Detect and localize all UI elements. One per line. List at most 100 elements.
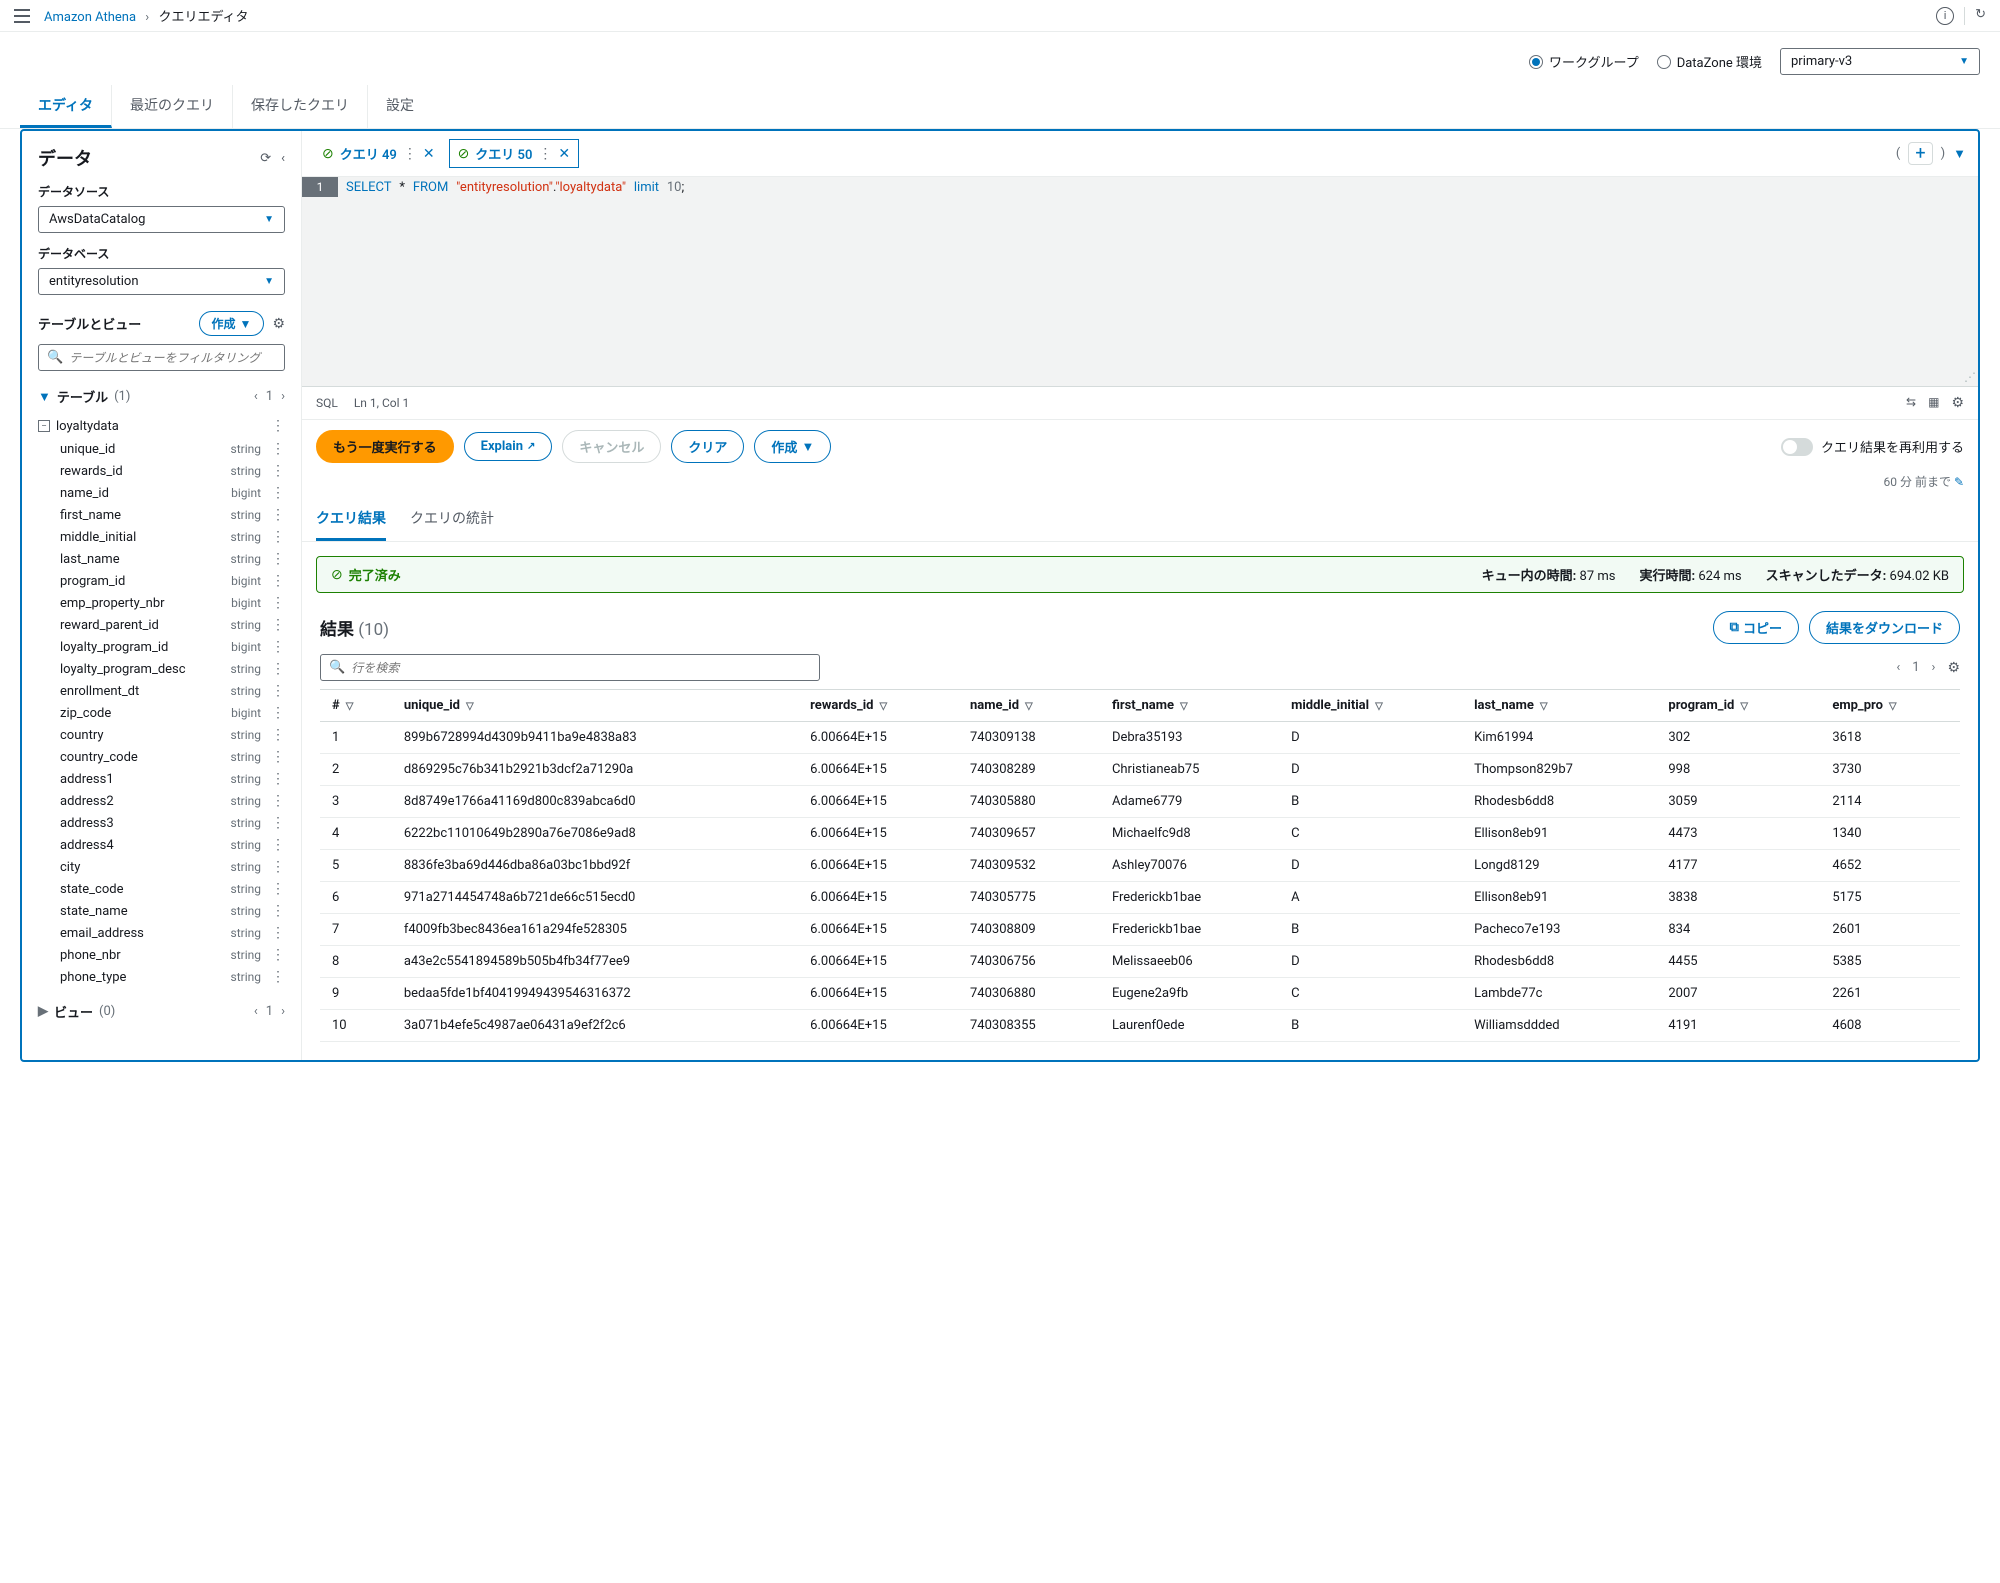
column-menu-icon[interactable]: ⋮ <box>271 639 285 655</box>
collapse-icon[interactable]: ‹ <box>281 151 285 166</box>
format-icon[interactable]: ⇆ <box>1906 395 1916 411</box>
column-name[interactable]: first_name <box>60 508 231 523</box>
column-menu-icon[interactable]: ⋮ <box>271 441 285 457</box>
close-tab-icon[interactable]: ✕ <box>558 146 570 162</box>
next-page-icon[interactable]: › <box>1932 660 1936 675</box>
column-name[interactable]: middle_initial <box>60 530 231 545</box>
radio-datazone[interactable]: DataZone 環境 <box>1657 52 1762 71</box>
prev-page-icon[interactable]: ‹ <box>254 389 258 404</box>
column-name[interactable]: loyalty_program_desc <box>60 662 231 677</box>
column-name[interactable]: state_name <box>60 904 231 919</box>
datasource-select[interactable]: AwsDataCatalog ▼ <box>38 206 285 233</box>
col-header[interactable]: last_name▽ <box>1462 690 1656 722</box>
column-menu-icon[interactable]: ⋮ <box>271 881 285 897</box>
tab-editor[interactable]: エディタ <box>20 85 112 128</box>
col-header[interactable]: first_name▽ <box>1100 690 1279 722</box>
column-name[interactable]: address3 <box>60 816 231 831</box>
expand-views-icon[interactable]: ▶ <box>38 1004 48 1019</box>
refresh-icon[interactable]: ⟳ <box>260 151 271 166</box>
layout-icon[interactable]: ▦ <box>1928 395 1939 411</box>
column-name[interactable]: phone_type <box>60 970 231 985</box>
gear-icon[interactable]: ⚙ <box>1947 660 1960 676</box>
column-menu-icon[interactable]: ⋮ <box>271 551 285 567</box>
reuse-results-toggle[interactable] <box>1781 438 1813 456</box>
sql-editor[interactable]: 1 SELECT * FROM "entityresolution"."loya… <box>302 177 1978 387</box>
collapse-table-icon[interactable]: − <box>38 420 50 432</box>
col-header[interactable]: #▽ <box>320 690 392 722</box>
column-name[interactable]: address2 <box>60 794 231 809</box>
add-tab-button[interactable]: + <box>1908 142 1932 165</box>
filter-tables-input[interactable]: 🔍 <box>38 344 285 371</box>
download-button[interactable]: 結果をダウンロード <box>1809 611 1960 644</box>
column-menu-icon[interactable]: ⋮ <box>271 837 285 853</box>
column-menu-icon[interactable]: ⋮ <box>271 661 285 677</box>
column-name[interactable]: loyalty_program_id <box>60 640 231 655</box>
column-name[interactable]: state_code <box>60 882 231 897</box>
column-name[interactable]: last_name <box>60 552 231 567</box>
resize-handle-icon[interactable]: ⋰ <box>1964 370 1976 384</box>
database-select[interactable]: entityresolution ▼ <box>38 268 285 295</box>
column-menu-icon[interactable]: ⋮ <box>271 859 285 875</box>
column-name[interactable]: country <box>60 728 231 743</box>
results-search-input[interactable]: 🔍 <box>320 654 820 681</box>
column-menu-icon[interactable]: ⋮ <box>271 529 285 545</box>
column-name[interactable]: emp_property_nbr <box>60 596 231 611</box>
col-header[interactable]: program_id▽ <box>1656 690 1820 722</box>
column-name[interactable]: address1 <box>60 772 231 787</box>
history-icon[interactable]: ↻ <box>1975 7 1986 25</box>
column-menu-icon[interactable]: ⋮ <box>271 947 285 963</box>
column-menu-icon[interactable]: ⋮ <box>271 969 285 985</box>
col-header[interactable]: middle_initial▽ <box>1279 690 1462 722</box>
next-page-icon[interactable]: › <box>281 389 285 404</box>
prev-page-icon[interactable]: ‹ <box>254 1004 258 1019</box>
col-header[interactable]: rewards_id▽ <box>798 690 958 722</box>
explain-button[interactable]: Explain ↗ <box>464 432 553 461</box>
tab-saved[interactable]: 保存したクエリ <box>233 85 368 128</box>
column-name[interactable]: zip_code <box>60 706 231 721</box>
query-tab-50[interactable]: ⊘ クエリ 50 ⋮ ✕ <box>449 139 580 168</box>
column-menu-icon[interactable]: ⋮ <box>271 573 285 589</box>
column-name[interactable]: address4 <box>60 838 231 853</box>
column-name[interactable]: city <box>60 860 231 875</box>
query-tab-menu-icon[interactable]: ⋮ <box>403 146 417 162</box>
column-name[interactable]: rewards_id <box>60 464 231 479</box>
run-again-button[interactable]: もう一度実行する <box>316 430 454 463</box>
column-menu-icon[interactable]: ⋮ <box>271 771 285 787</box>
column-menu-icon[interactable]: ⋮ <box>271 793 285 809</box>
close-tab-icon[interactable]: ✕ <box>423 146 435 162</box>
column-menu-icon[interactable]: ⋮ <box>271 705 285 721</box>
tab-settings[interactable]: 設定 <box>368 85 432 128</box>
column-name[interactable]: phone_nbr <box>60 948 231 963</box>
column-menu-icon[interactable]: ⋮ <box>271 463 285 479</box>
query-tab-49[interactable]: ⊘ クエリ 49 ⋮ ✕ <box>314 140 443 167</box>
tab-recent[interactable]: 最近のクエリ <box>112 85 233 128</box>
gear-icon[interactable]: ⚙ <box>1951 395 1964 411</box>
column-menu-icon[interactable]: ⋮ <box>271 617 285 633</box>
results-search-field[interactable] <box>351 661 811 675</box>
info-icon[interactable]: i <box>1936 7 1954 25</box>
column-name[interactable]: name_id <box>60 486 231 501</box>
col-header[interactable]: name_id▽ <box>958 690 1100 722</box>
query-tab-menu-icon[interactable]: ⋮ <box>538 146 552 162</box>
column-menu-icon[interactable]: ⋮ <box>271 683 285 699</box>
table-menu-icon[interactable]: ⋮ <box>271 418 285 434</box>
workgroup-select[interactable]: primary-v3 ▼ <box>1780 48 1980 75</box>
column-menu-icon[interactable]: ⋮ <box>271 727 285 743</box>
copy-button[interactable]: ⧉ コピー <box>1713 611 1799 644</box>
column-menu-icon[interactable]: ⋮ <box>271 485 285 501</box>
expand-icon[interactable]: ▼ <box>38 389 51 405</box>
column-name[interactable]: unique_id <box>60 442 231 457</box>
create-dropdown-button[interactable]: 作成 ▼ <box>754 430 831 463</box>
filter-input-field[interactable] <box>69 351 276 365</box>
column-menu-icon[interactable]: ⋮ <box>271 903 285 919</box>
table-name[interactable]: loyaltydata <box>56 419 265 434</box>
create-button[interactable]: 作成 ▼ <box>199 311 265 336</box>
tab-query-stats[interactable]: クエリの統計 <box>410 498 494 541</box>
column-name[interactable]: enrollment_dt <box>60 684 231 699</box>
gear-icon[interactable]: ⚙ <box>272 316 285 332</box>
column-menu-icon[interactable]: ⋮ <box>271 925 285 941</box>
col-header[interactable]: emp_pro▽ <box>1820 690 1960 722</box>
column-name[interactable]: program_id <box>60 574 231 589</box>
clear-button[interactable]: クリア <box>671 430 744 463</box>
column-name[interactable]: reward_parent_id <box>60 618 231 633</box>
